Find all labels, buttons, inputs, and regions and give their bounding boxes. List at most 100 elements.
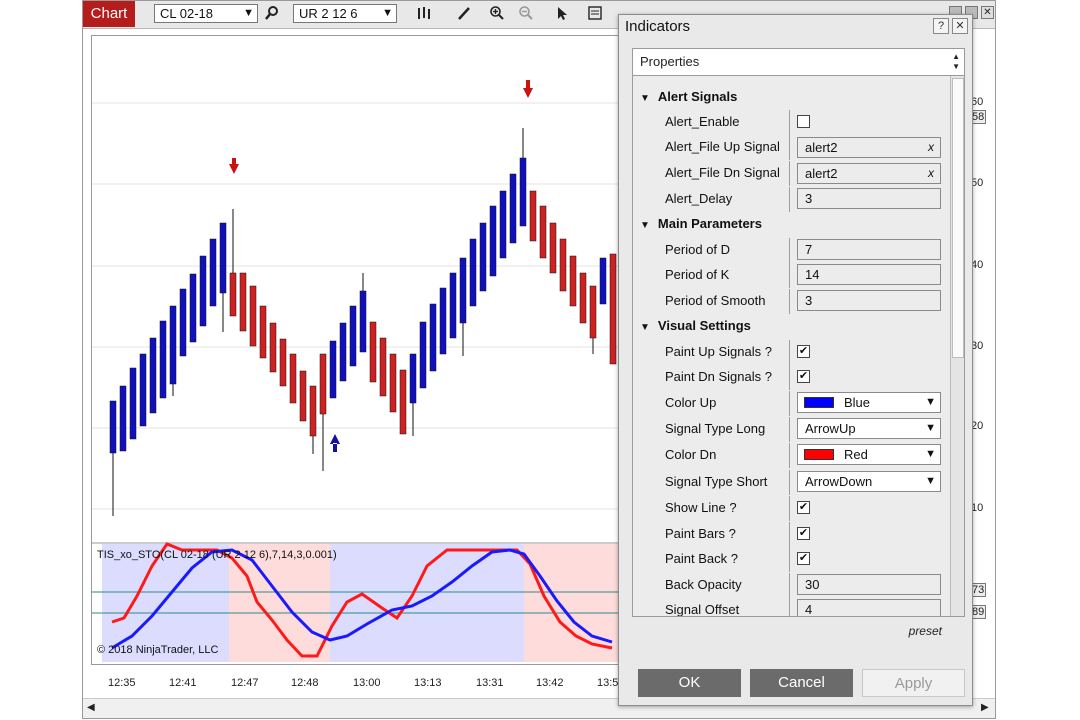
period-d-input[interactable]: 7 [797,239,941,260]
price-bar [409,353,417,404]
paint-back-checkbox[interactable]: ✔ [797,552,810,565]
alert-file-dn-input[interactable]: alert2 x [797,163,941,184]
preset-link[interactable]: preset [909,624,942,638]
period-smooth-input[interactable]: 3 [797,290,941,311]
search-icon[interactable] [263,5,281,23]
clear-icon[interactable]: x [928,164,934,183]
price-bar [179,288,187,357]
property-grid-scrollbar[interactable] [950,76,964,616]
pointer-icon[interactable] [553,5,571,23]
oscillator-region [330,544,524,662]
close-button[interactable]: ✕ [952,18,968,34]
chart-style-icon[interactable] [415,5,433,23]
copyright-text: © 2018 NinjaTrader, LLC [97,644,219,656]
scroll-left-icon[interactable]: ◀ [87,702,95,713]
price-bar [499,190,507,259]
price-bar [459,257,467,324]
alert-enable-label: Alert_Enable [665,114,740,129]
price-bar [159,320,167,399]
paint-up-checkbox[interactable]: ✔ [797,345,810,358]
signal-type-short-label: Signal Type Short [665,474,768,489]
properties-header: Properties ▲ ▼ [632,48,965,76]
price-bar [339,322,347,382]
price-bar [479,222,487,292]
bar-type-selector[interactable]: UR 2 12 6 ▼ [293,4,397,23]
period-d-label: Period of D [665,242,731,257]
help-button[interactable]: ? [933,18,949,34]
category-visual-settings[interactable]: ▼ Visual Settings [640,318,751,333]
period-smooth-label: Period of Smooth [665,293,766,308]
alert-file-up-input[interactable]: alert2 x [797,137,941,158]
price-bar [279,338,287,387]
price-bars [109,128,617,516]
apply-button[interactable]: Apply [862,669,965,697]
alert-enable-checkbox[interactable] [797,115,810,128]
chart-tab[interactable]: Chart [83,1,135,27]
chevron-down-icon: ▼ [925,448,936,460]
sell-arrow-icon [229,158,239,174]
price-bar [399,369,407,435]
chevron-down-icon: ▼ [243,7,254,19]
show-line-checkbox[interactable]: ✔ [797,501,810,514]
price-bar [109,400,117,454]
price-bar [569,255,577,307]
price-bar [549,222,557,274]
price-bar [189,273,197,343]
signal-type-long-label: Signal Type Long [665,421,766,436]
color-up-dropdown[interactable]: Blue ▼ [797,392,941,413]
price-bar [419,321,427,389]
price-bar [169,305,177,385]
price-bar [559,238,567,292]
zoom-out-icon[interactable] [517,5,535,23]
close-window-button[interactable]: ✕ [981,6,994,19]
instrument-selector[interactable]: CL 02-18 ▼ [154,4,258,23]
time-label: 12:48 [291,677,319,689]
chevron-down-icon: ▼ [925,475,936,487]
ok-button[interactable]: OK [638,669,741,697]
signal-offset-input[interactable]: 4 [797,599,941,616]
price-bar [379,337,387,397]
price-bar [299,370,307,422]
price-bar [319,353,327,415]
price-bar [129,367,137,440]
back-opacity-input[interactable]: 30 [797,574,941,595]
chevron-down-icon: ▼ [382,7,393,19]
paint-back-label: Paint Back ? [665,551,738,566]
price-bar [429,303,437,372]
time-label: 13:13 [414,677,442,689]
paint-bars-checkbox[interactable]: ✔ [797,527,810,540]
color-dn-dropdown[interactable]: Red ▼ [797,444,941,465]
alert-file-dn-label: Alert_File Dn Signal [665,165,780,180]
cancel-button[interactable]: Cancel [750,669,853,697]
buy-arrow-icon [330,434,340,452]
clear-icon[interactable]: x [928,138,934,157]
paint-dn-checkbox[interactable]: ✔ [797,370,810,383]
zoom-in-icon[interactable] [488,5,506,23]
price-bar [599,257,607,305]
color-dn-label: Color Dn [665,447,717,462]
price-bar [269,322,277,373]
alert-delay-input[interactable]: 3 [797,188,941,209]
price-bar [529,190,537,242]
category-main-parameters[interactable]: ▼ Main Parameters [640,216,762,231]
data-box-icon[interactable] [586,5,604,23]
pencil-icon[interactable] [455,5,473,23]
period-k-input[interactable]: 14 [797,264,941,285]
alert-file-up-label: Alert_File Up Signal [665,139,780,154]
price-bar [369,321,377,383]
price-bar [259,305,267,359]
price-bar [579,272,587,324]
signal-type-long-dropdown[interactable]: ArrowUp ▼ [797,418,941,439]
indicator-label: TIS_xo_STO(CL 02-18 (UR 2 12 6),7,14,3,0… [97,549,337,561]
category-alert-signals[interactable]: ▼ Alert Signals [640,89,737,104]
time-label: 13:31 [476,677,504,689]
property-grid: ▼ Alert Signals Alert_Enable Alert_File U… [632,75,965,617]
oscillator-region [229,544,330,662]
scrollbar-thumb[interactable] [952,78,964,358]
signal-type-short-dropdown[interactable]: ArrowDown ▼ [797,471,941,492]
scroll-right-icon[interactable]: ▶ [981,702,989,713]
price-bar [539,205,547,259]
chevron-down-icon: ▼ [925,422,936,434]
price-bar [139,353,147,427]
price-bar [209,238,217,307]
